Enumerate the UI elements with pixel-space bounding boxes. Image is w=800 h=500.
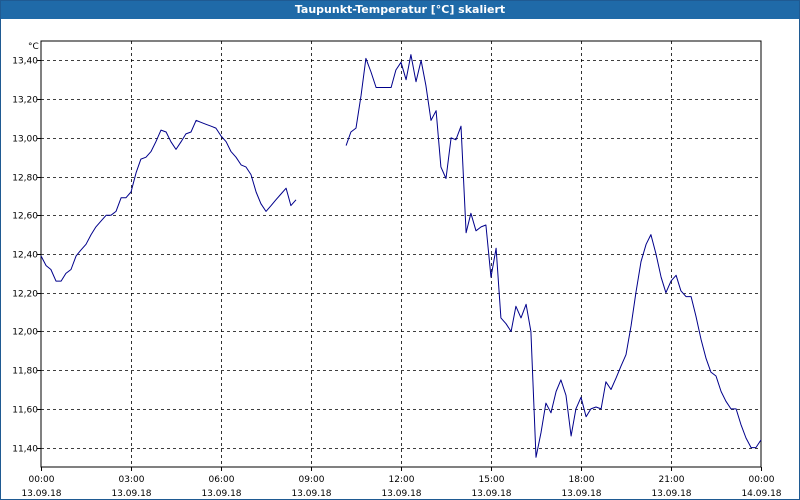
- x-tick-date-label: 13.09.18: [21, 489, 61, 499]
- x-tick-date-label: 13.09.18: [111, 489, 151, 499]
- x-tick-time-label: 21:00: [659, 475, 685, 485]
- y-tick-label: 12,80: [12, 174, 38, 184]
- y-tick-label: 11,60: [12, 406, 38, 416]
- y-tick-label: 13,20: [12, 96, 38, 106]
- x-tick-time-label: 06:00: [209, 475, 235, 485]
- x-tick-time-label: 15:00: [479, 475, 505, 485]
- series-line-segment: [345, 54, 762, 458]
- x-tick-time-label: 09:00: [299, 475, 325, 485]
- y-tick-label: 12,40: [12, 251, 38, 261]
- x-axis-ticks: 00:00 13.09.18 03:00 13.09.18 06:00 13.09.18 0…: [21, 467, 782, 499]
- plot-frame: [40, 40, 762, 468]
- x-tick-time-label: 03:00: [119, 475, 145, 485]
- y-axis-unit-label: °C: [28, 42, 39, 52]
- x-tick-date-label: 13.09.18: [651, 489, 691, 499]
- x-tick-time-label: 00:00: [749, 475, 775, 485]
- series-line-segment: [40, 119, 297, 282]
- chart-title: Taupunkt-Temperatur [°C] skaliert: [294, 3, 506, 16]
- y-tick-label: 12,20: [12, 290, 38, 300]
- x-tick-date-label: 13.09.18: [291, 489, 331, 499]
- x-tick-date-label: 14.09.18: [741, 489, 781, 499]
- grid-layer: [41, 41, 761, 467]
- y-axis-ticks: 11,40 11,60 11,80 12,00 12,20 12,40 12,60 12,80…: [12, 57, 41, 455]
- x-tick-date-label: 13.09.18: [561, 489, 601, 499]
- x-tick-time-label: 12:00: [389, 475, 415, 485]
- y-tick-label: 11,80: [12, 367, 38, 377]
- y-tick-label: 13,40: [12, 57, 38, 67]
- series-layer: [40, 54, 762, 458]
- y-tick-label: 12,00: [12, 328, 38, 338]
- y-tick-label: 13,00: [12, 135, 38, 145]
- x-tick-date-label: 13.09.18: [471, 489, 511, 499]
- y-tick-label: 11,40: [12, 445, 38, 455]
- dewpoint-line-chart: 11,40 11,60 11,80 12,00 12,20 12,40 12,60 12,80…: [12, 40, 782, 499]
- x-tick-time-label: 00:00: [29, 475, 55, 485]
- x-tick-date-label: 13.09.18: [381, 489, 421, 499]
- x-tick-time-label: 18:00: [569, 475, 595, 485]
- chart-window: Taupunkt-Temperatur [°C] skaliert 11,40 1…: [0, 0, 800, 500]
- y-tick-label: 12,60: [12, 212, 38, 222]
- window-title-bar: Taupunkt-Temperatur [°C] skaliert: [1, 1, 799, 19]
- x-tick-date-label: 13.09.18: [201, 489, 241, 499]
